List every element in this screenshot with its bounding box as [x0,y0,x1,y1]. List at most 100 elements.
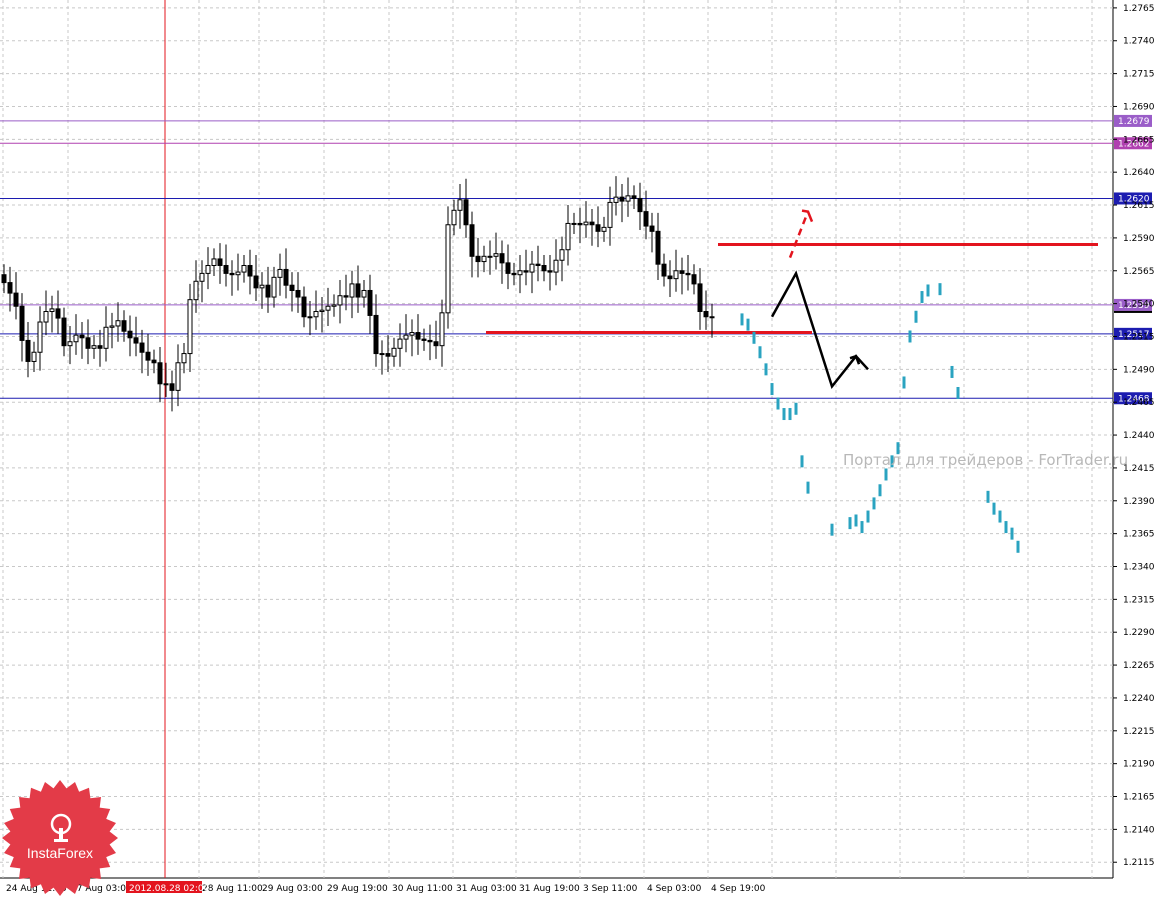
candle-body [211,258,217,267]
candle-body [199,272,205,282]
price-tick-label: 1.2740 [1123,37,1155,47]
candle-body [409,332,415,336]
forecast-bar [854,514,858,527]
price-tick-label: 1.2640 [1123,168,1155,178]
candle-body [535,263,541,267]
forecast-bar [998,510,1002,523]
candle-body [487,255,493,258]
candle-body [607,201,613,228]
forecast-bar [992,502,996,515]
candle-body [127,330,133,339]
time-tick-label: 4 Sep 19:00 [711,884,766,894]
candle-body [13,292,19,307]
candle-body [163,383,169,386]
candle-body [541,265,547,272]
price-chart[interactable]: 1.26791.26621.26201.25391.25171.2468 Пор… [0,0,1160,900]
candle-body [241,265,247,273]
time-tick-label: 29 Aug 03:00 [262,884,323,894]
candle-body [691,274,697,285]
forecast-bar [986,490,990,503]
watermark-text: Портал для трейдеров - ForTrader.ru [843,451,1128,469]
candle-body [319,309,325,313]
candle-body [67,341,73,347]
time-tick-label: 27 Aug 03:00 [71,884,132,894]
forecast-bar [860,521,864,534]
candle-body [313,311,319,318]
time-tick-label: 3 Sep 11:00 [583,884,638,894]
forecast-bar [782,408,786,421]
candle-body [433,341,439,347]
price-tick-label: 1.2590 [1123,234,1155,244]
candle-body [637,197,643,213]
candle-body [337,295,343,306]
forecast-bar [1016,540,1020,553]
forecast-bar [872,497,876,510]
forecast-bar [794,402,798,415]
candle-body [139,342,145,353]
candle-body [31,351,37,362]
price-tick-label: 1.2140 [1123,825,1155,835]
forecast-bar [746,318,750,331]
candle-body [619,196,625,202]
candle-body [97,345,103,349]
candle-body [277,268,283,278]
forecast-bar [764,363,768,376]
forecast-bar [770,383,774,396]
candle-body [7,282,13,294]
price-tick-label: 1.2565 [1123,267,1155,277]
forecast-bar [788,408,792,421]
candle-body [301,296,307,318]
forecast-bar [1004,521,1008,534]
time-tick-label: 31 Aug 03:00 [456,884,517,894]
candle-body [121,320,127,332]
price-tick-label: 1.2715 [1123,70,1155,80]
candle-body [235,271,241,276]
time-tick-label: 4 Sep 03:00 [647,884,702,894]
candle-body [361,289,367,298]
candle-body [325,305,331,311]
candle-body [643,211,649,227]
candle-body [1,274,7,284]
forecast-bar [1010,527,1014,540]
candle-body [499,253,505,264]
candle-body [505,262,511,274]
candle-body [193,280,199,301]
time-tick-label: 31 Aug 19:00 [519,884,580,894]
candle-body [25,339,31,362]
candle-body [85,337,91,349]
candle-body [115,320,121,327]
price-tick-label: 1.2115 [1123,858,1155,868]
candle-body [61,317,67,347]
price-tick-label: 1.2165 [1123,793,1155,803]
candle-body [565,222,571,251]
candle-body [73,334,79,343]
forecast-bar [878,484,882,497]
candlestick-series [1,176,715,412]
forecast-bar [938,283,942,296]
forecast-bar [884,468,888,481]
candle-body [463,199,469,226]
candle-body [661,263,667,277]
candle-body [265,284,271,298]
price-tick-label: 1.2440 [1123,431,1155,441]
candle-body [421,338,427,341]
candle-body [367,289,373,316]
price-tick-label: 1.2365 [1123,530,1155,540]
forecast-bar [758,346,762,359]
price-axis[interactable]: 1.2765 1.2740 1.2715 1.2690 1.2665 1.2640 1.26… [1113,4,1155,868]
candle-body [79,334,85,339]
candle-body [475,255,481,263]
candle-body [385,353,391,357]
time-axis[interactable]: 24 Aug 11:00 27 Aug 03:00 28 Aug 11:00 29 A… [6,881,766,894]
candle-body [559,249,565,261]
forecast-bar [920,291,924,304]
scenario-arrows [770,209,869,390]
candle-body [187,299,193,355]
price-tick-label: 1.2190 [1123,760,1155,770]
candle-body [703,311,709,318]
candle-body [289,284,295,291]
price-tick-label: 1.2265 [1123,661,1155,671]
candle-body [709,316,715,319]
candle-body [175,362,181,391]
forecast-bar [866,510,870,523]
